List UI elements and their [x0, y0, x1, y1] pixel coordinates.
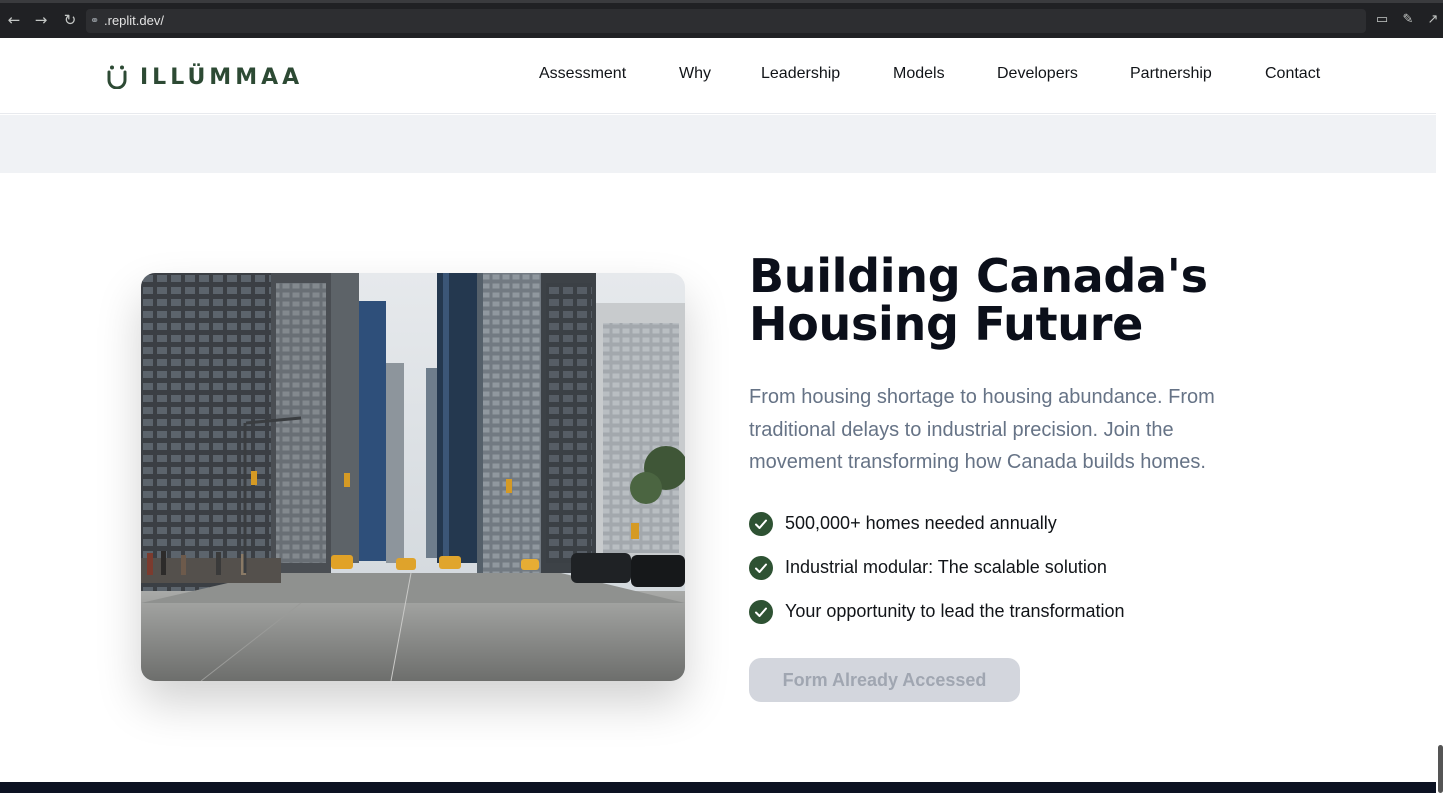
- benefit-text: Your opportunity to lead the transformat…: [785, 601, 1125, 621]
- footer-band: [0, 782, 1436, 793]
- hero-description: From housing shortage to housing abundan…: [749, 386, 1215, 473]
- address-bar[interactable]: ⚭ .replit.dev/: [86, 9, 1366, 33]
- nav-leadership[interactable]: Leadership: [761, 65, 840, 83]
- check-circle-icon: [749, 512, 773, 536]
- link-icon: ⚭: [90, 15, 100, 27]
- nav-contact[interactable]: Contact: [1265, 65, 1320, 83]
- check-circle-icon: [749, 600, 773, 624]
- open-external-icon[interactable]: ↗: [1425, 12, 1441, 28]
- address-text: .replit.dev/: [104, 13, 164, 28]
- hero-title-line1: Building Canada's: [749, 249, 1208, 303]
- back-icon[interactable]: ←: [5, 11, 23, 29]
- benefits-list: 500,000+ homes needed annually Industria…: [749, 510, 1269, 642]
- city-street-photo: [141, 273, 685, 681]
- check-circle-icon: [749, 556, 773, 580]
- browser-toolbar: ← → ↻ ⚭ .replit.dev/ ▭ ✎ ↗: [0, 0, 1443, 38]
- hero-title-line2: Housing Future: [749, 297, 1143, 351]
- forward-icon[interactable]: →: [32, 11, 50, 29]
- reload-icon[interactable]: ↻: [61, 11, 79, 29]
- benefit-text: 500,000+ homes needed annually: [785, 513, 1057, 533]
- section-divider-band: [0, 115, 1436, 173]
- main-nav: Assessment Why Leadership Models Develop…: [0, 65, 1436, 87]
- nav-partnership[interactable]: Partnership: [1130, 65, 1212, 83]
- list-item: Industrial modular: The scalable solutio…: [749, 554, 1269, 598]
- site-header: ILLÜMMAA Assessment Why Leadership Model…: [0, 38, 1436, 114]
- scrollbar-track[interactable]: [1436, 38, 1443, 793]
- devices-icon[interactable]: ▭: [1374, 12, 1390, 28]
- wrench-icon[interactable]: ✎: [1400, 12, 1416, 28]
- hero-title: Building Canada's Housing Future: [749, 252, 1309, 348]
- nav-developers[interactable]: Developers: [997, 65, 1078, 83]
- list-item: 500,000+ homes needed annually: [749, 510, 1269, 554]
- form-accessed-button[interactable]: Form Already Accessed: [749, 658, 1020, 702]
- nav-models[interactable]: Models: [893, 65, 945, 83]
- benefit-text: Industrial modular: The scalable solutio…: [785, 557, 1107, 577]
- list-item: Your opportunity to lead the transformat…: [749, 598, 1269, 642]
- nav-why[interactable]: Why: [679, 65, 711, 83]
- nav-assessment[interactable]: Assessment: [539, 65, 626, 83]
- scrollbar-thumb[interactable]: [1438, 745, 1443, 793]
